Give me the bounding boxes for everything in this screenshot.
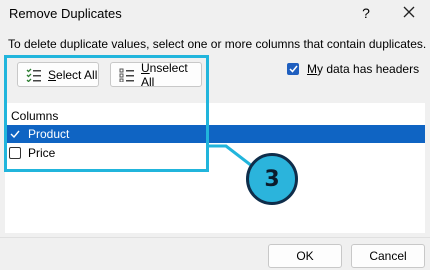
step-number-badge: 3 xyxy=(246,153,298,205)
remove-duplicates-dialog: Remove Duplicates ? To delete duplicate … xyxy=(0,0,430,270)
cancel-button[interactable]: Cancel xyxy=(351,244,425,268)
footer-divider xyxy=(0,237,430,238)
ok-button[interactable]: OK xyxy=(268,244,342,268)
annotation-connector xyxy=(209,144,253,168)
